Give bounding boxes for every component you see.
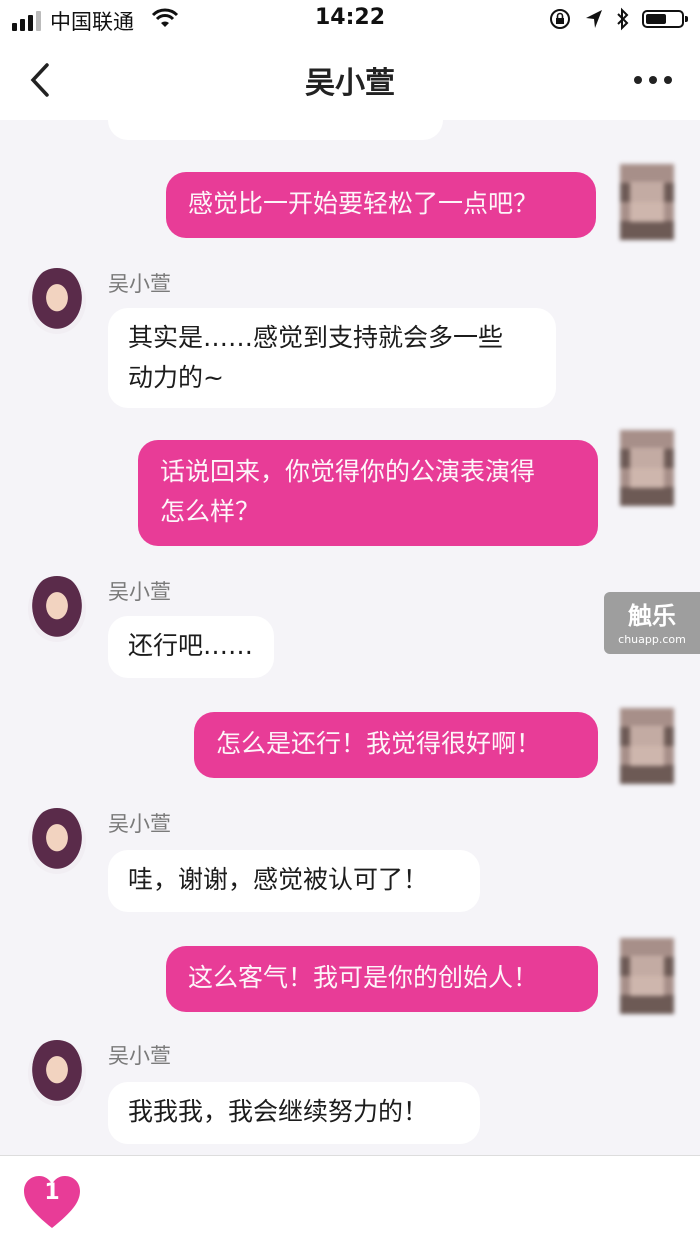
more-icon[interactable] xyxy=(634,76,672,84)
self-avatar[interactable] xyxy=(620,708,674,784)
bluetooth-icon xyxy=(617,7,629,31)
heart-count: 1 xyxy=(44,1180,60,1205)
message-bubble-outgoing[interactable]: 话说回来，你觉得你的公演表演得 怎么样？ xyxy=(138,440,598,546)
avatar[interactable] xyxy=(28,576,86,642)
nav-bar: 吴小萱 xyxy=(0,40,700,120)
avatar[interactable] xyxy=(28,808,86,874)
message-bubble-incoming[interactable]: 哇，谢谢，感觉被认可了！ xyxy=(108,850,480,912)
message-bubble-incoming[interactable]: 我我我，我会继续努力的！ xyxy=(108,1082,480,1144)
avatar[interactable] xyxy=(28,268,86,334)
heart-button[interactable]: 1 xyxy=(22,1174,82,1230)
watermark-logo: 触乐 chuapp.com xyxy=(604,592,700,654)
chat-area[interactable]: 感觉比一开始要轻松了一点吧？ 吴小萱 其实是……感觉到支持就会多一些 动力的~ … xyxy=(0,120,700,1155)
message-bubble-outgoing[interactable]: 怎么是还行！我觉得很好啊！ xyxy=(194,712,598,778)
message-bubble-cut xyxy=(108,120,443,140)
lock-rotation-icon xyxy=(550,9,570,29)
self-avatar[interactable] xyxy=(620,164,674,240)
sender-name: 吴小萱 xyxy=(108,1044,171,1068)
self-avatar[interactable] xyxy=(620,938,674,1014)
sender-name: 吴小萱 xyxy=(108,272,171,296)
self-avatar[interactable] xyxy=(620,430,674,506)
message-bubble-incoming[interactable]: 还行吧…… xyxy=(108,616,274,678)
page-title: 吴小萱 xyxy=(305,66,395,101)
message-bubble-incoming[interactable]: 其实是……感觉到支持就会多一些 动力的~ xyxy=(108,308,556,408)
battery-icon xyxy=(642,10,688,28)
message-bubble-outgoing[interactable]: 这么客气！我可是你的创始人！ xyxy=(166,946,598,1012)
status-bar: 中国联通 14:22 xyxy=(0,0,700,40)
message-bubble-outgoing[interactable]: 感觉比一开始要轻松了一点吧？ xyxy=(166,172,596,238)
location-icon xyxy=(586,10,602,28)
input-bar: 1 xyxy=(0,1155,700,1246)
avatar[interactable] xyxy=(28,1040,86,1106)
sender-name: 吴小萱 xyxy=(108,580,171,604)
sender-name: 吴小萱 xyxy=(108,812,171,836)
message-input-area[interactable] xyxy=(0,1156,700,1246)
